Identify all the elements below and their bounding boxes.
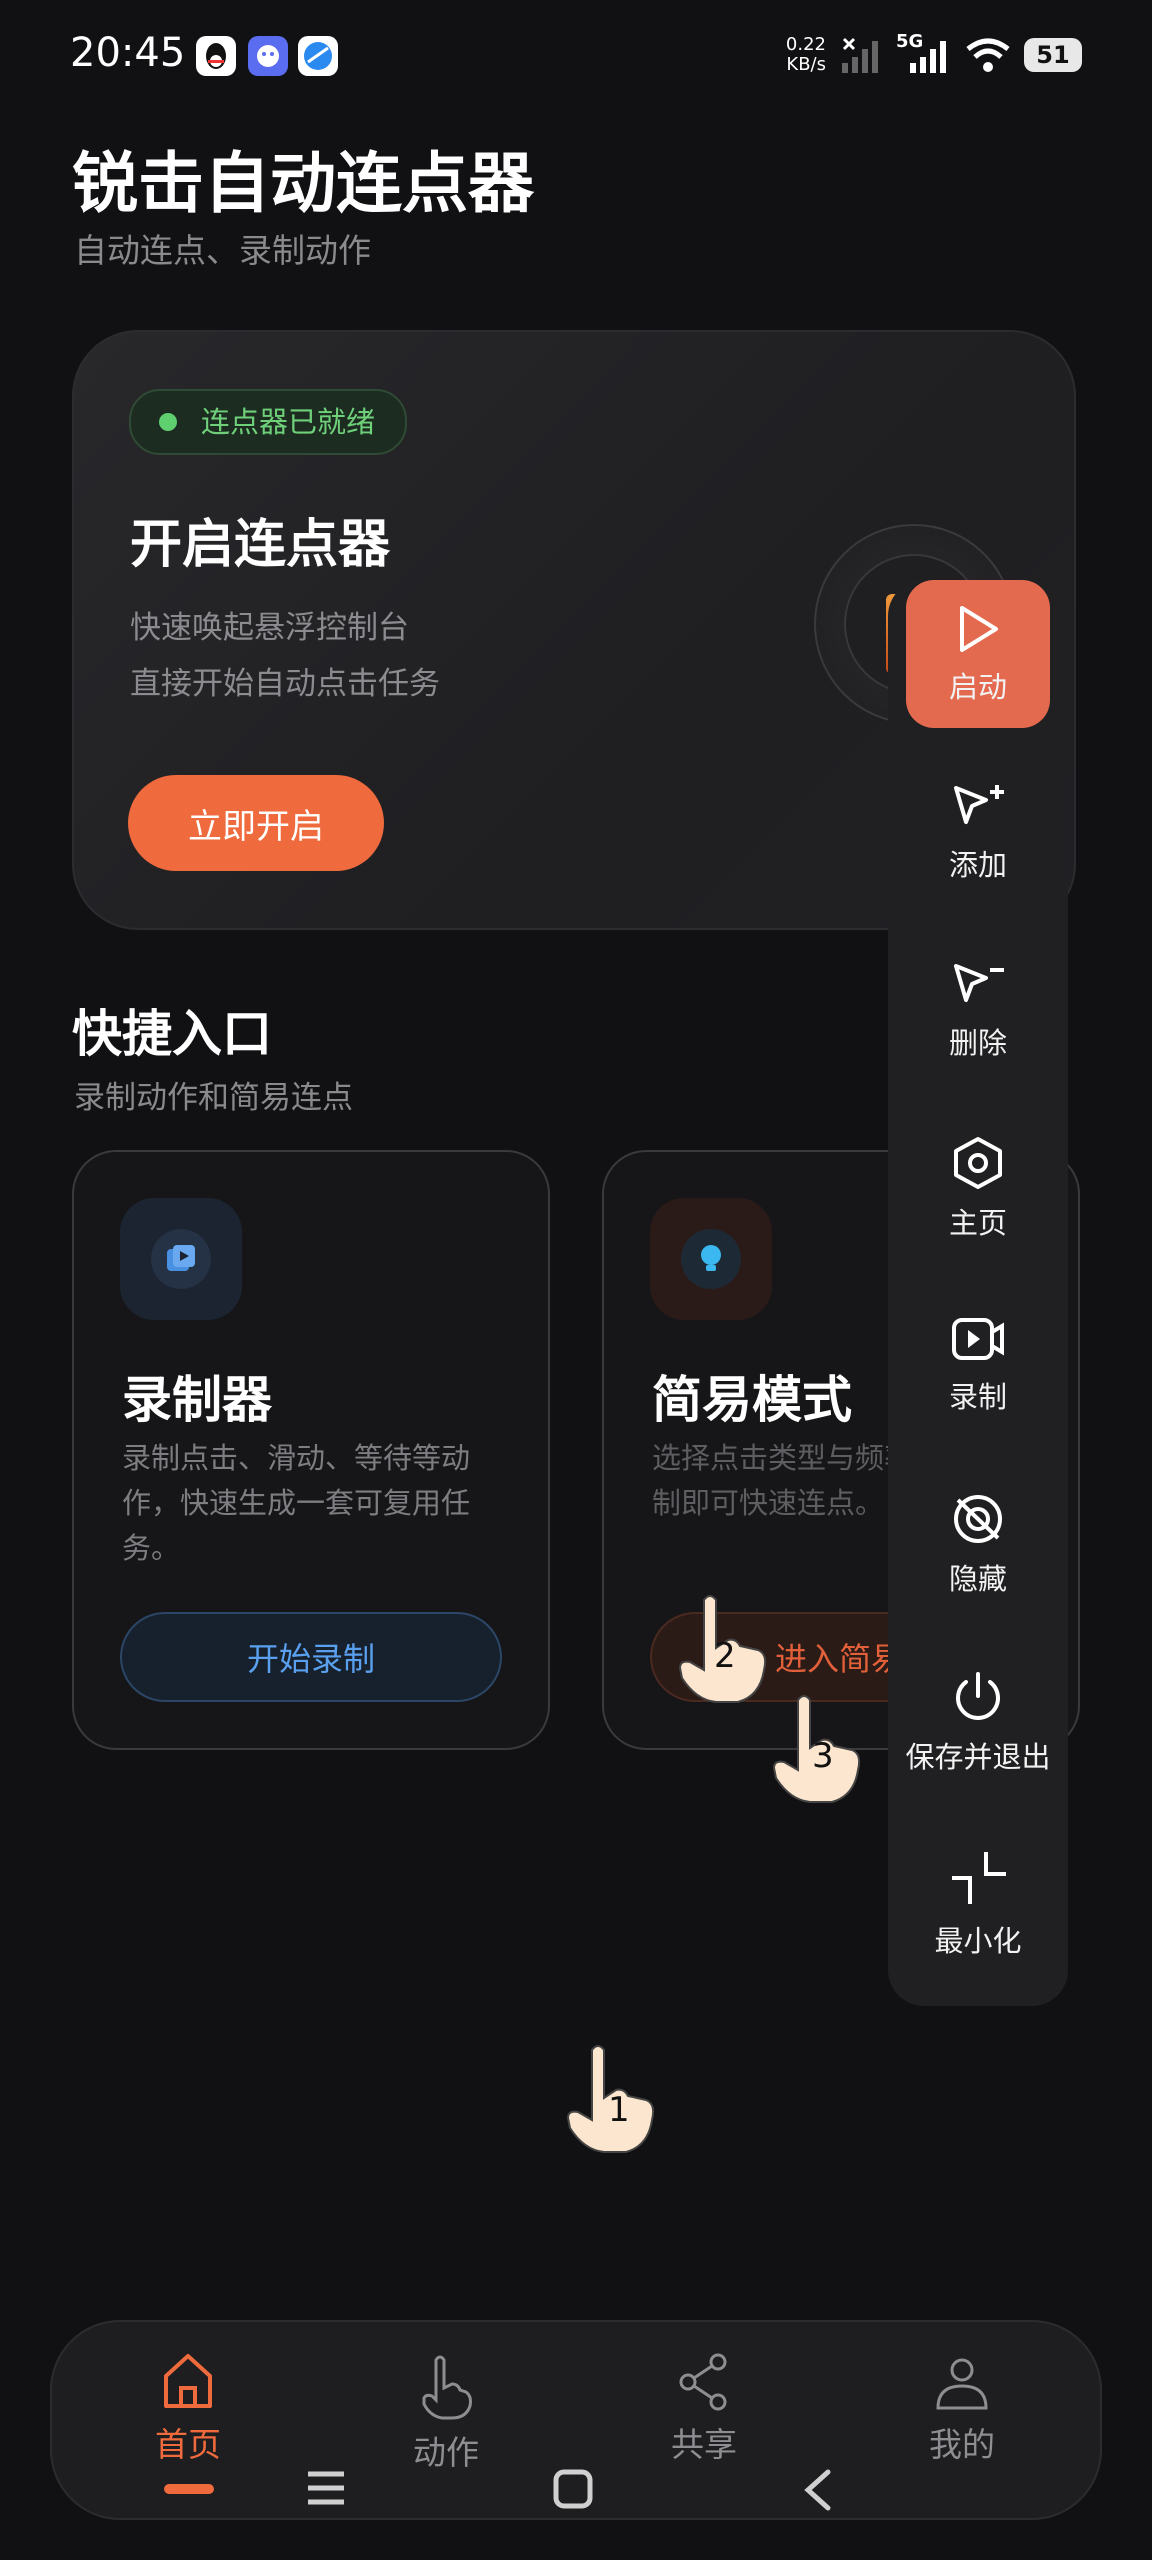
hero-desc-line1: 快速唤起悬浮控制台	[130, 610, 409, 646]
float-home-button[interactable]: 主页	[888, 1136, 1068, 1242]
float-delete-button[interactable]: 删除	[888, 960, 1068, 1062]
start-now-button[interactable]: 立即开启	[128, 775, 384, 871]
status-badge: 连点器已就绪	[129, 389, 408, 455]
play-icon	[960, 606, 998, 652]
float-hide-button[interactable]: 隐藏	[888, 1492, 1068, 1598]
profile-icon	[936, 2358, 988, 2410]
section-title: 快捷入口	[72, 1005, 272, 1063]
recorder-icon-wrap	[120, 1198, 242, 1320]
qq-icon	[196, 36, 236, 76]
system-back-button[interactable]	[800, 2468, 836, 2516]
net-speed: 0.22 KB/s	[785, 34, 826, 75]
share-icon	[679, 2353, 727, 2411]
minimize-icon	[952, 1852, 1006, 1904]
menu-icon	[308, 2471, 344, 2505]
simple-mode-icon-wrap	[650, 1198, 772, 1320]
cursor-add-icon	[954, 785, 1004, 824]
home-icon	[164, 2354, 212, 2408]
battery-indicator: 51	[1024, 38, 1082, 72]
hero-title: 开启连点器	[130, 515, 391, 575]
status-indicators: 0.22 KB/s 5G 51	[786, 30, 1082, 80]
recorder-card[interactable]: 录制器 录制点击、滑动、等待等动作，快速生成一套可复用任务。 开始录制	[72, 1150, 550, 1750]
power-icon	[956, 1672, 1000, 1720]
browser-app-icon	[298, 36, 338, 76]
video-record-icon	[952, 1318, 1004, 1360]
nav-actions[interactable]: 动作	[356, 2352, 536, 2474]
recorder-desc: 录制点击、滑动、等待等动作，快速生成一套可复用任务。	[122, 1441, 471, 1565]
float-start-button[interactable]: 启动	[888, 604, 1068, 706]
touch-marker-3: 3	[762, 1690, 872, 1814]
simple-mode-title: 简易模式	[652, 1371, 852, 1429]
system-home-button[interactable]	[552, 2468, 594, 2514]
system-menu-button[interactable]	[304, 2468, 348, 2512]
hand-icon	[422, 2355, 472, 2420]
wifi-icon	[966, 38, 1010, 72]
page-subtitle: 自动连点、录制动作	[74, 231, 371, 270]
network-type: 5G	[896, 31, 952, 75]
float-add-button[interactable]: 添加	[888, 782, 1068, 884]
signal-icon	[842, 37, 878, 73]
nav-share[interactable]: 共享	[614, 2352, 794, 2466]
float-save-exit-button[interactable]: 保存并退出	[880, 1670, 1076, 1776]
nav-active-indicator	[164, 2484, 214, 2494]
recorder-icon	[167, 1245, 195, 1271]
float-minimize-button[interactable]: 最小化	[888, 1848, 1068, 1960]
square-home-icon	[553, 2469, 593, 2509]
recorder-title: 录制器	[122, 1371, 272, 1429]
nav-home[interactable]: 首页	[98, 2352, 278, 2466]
section-subtitle: 录制动作和简易连点	[74, 1080, 353, 1116]
cursor-remove-icon	[954, 964, 1004, 1002]
hexagon-home-icon	[954, 1137, 1002, 1189]
hide-icon	[954, 1495, 1002, 1543]
float-record-button[interactable]: 录制	[888, 1314, 1068, 1416]
touch-marker-1: 1	[556, 2040, 666, 2164]
lightbulb-icon	[701, 1245, 721, 1271]
hero-desc-line2: 直接开始自动点击任务	[130, 666, 440, 702]
ready-dot-icon	[159, 413, 177, 431]
nav-profile[interactable]: 我的	[872, 2352, 1052, 2466]
page-title: 锐击自动连点器	[72, 145, 534, 222]
back-icon	[804, 2469, 831, 2511]
status-time: 20:45	[70, 30, 186, 76]
start-recording-button[interactable]: 开始录制	[120, 1612, 502, 1702]
chat-app-icon	[248, 36, 288, 76]
